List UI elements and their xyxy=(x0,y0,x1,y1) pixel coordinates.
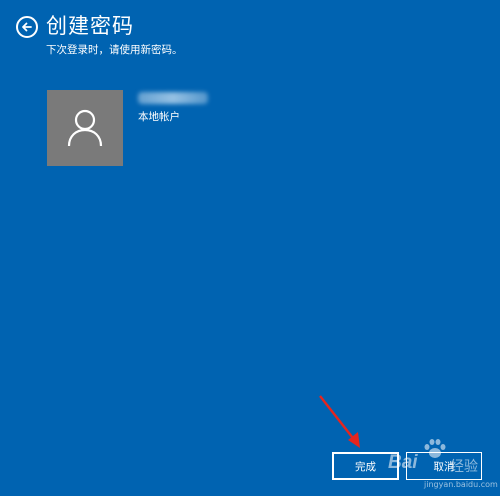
finish-button[interactable]: 完成 xyxy=(332,452,399,480)
back-button[interactable] xyxy=(16,16,38,38)
page-subtitle: 下次登录时，请使用新密码。 xyxy=(46,44,183,56)
avatar xyxy=(47,90,123,166)
cancel-button-label: 取消 xyxy=(433,460,455,473)
watermark-url: jingyan.baidu.com xyxy=(424,480,498,489)
back-arrow-icon xyxy=(22,22,32,32)
finish-button-label: 完成 xyxy=(355,460,376,473)
cancel-button[interactable]: 取消 xyxy=(406,452,482,480)
annotation-arrow-icon xyxy=(319,395,360,448)
username-blurred xyxy=(138,92,208,104)
user-icon xyxy=(67,109,103,147)
page-title: 创建密码 xyxy=(46,14,134,38)
account-type-label: 本地帐户 xyxy=(138,111,180,123)
